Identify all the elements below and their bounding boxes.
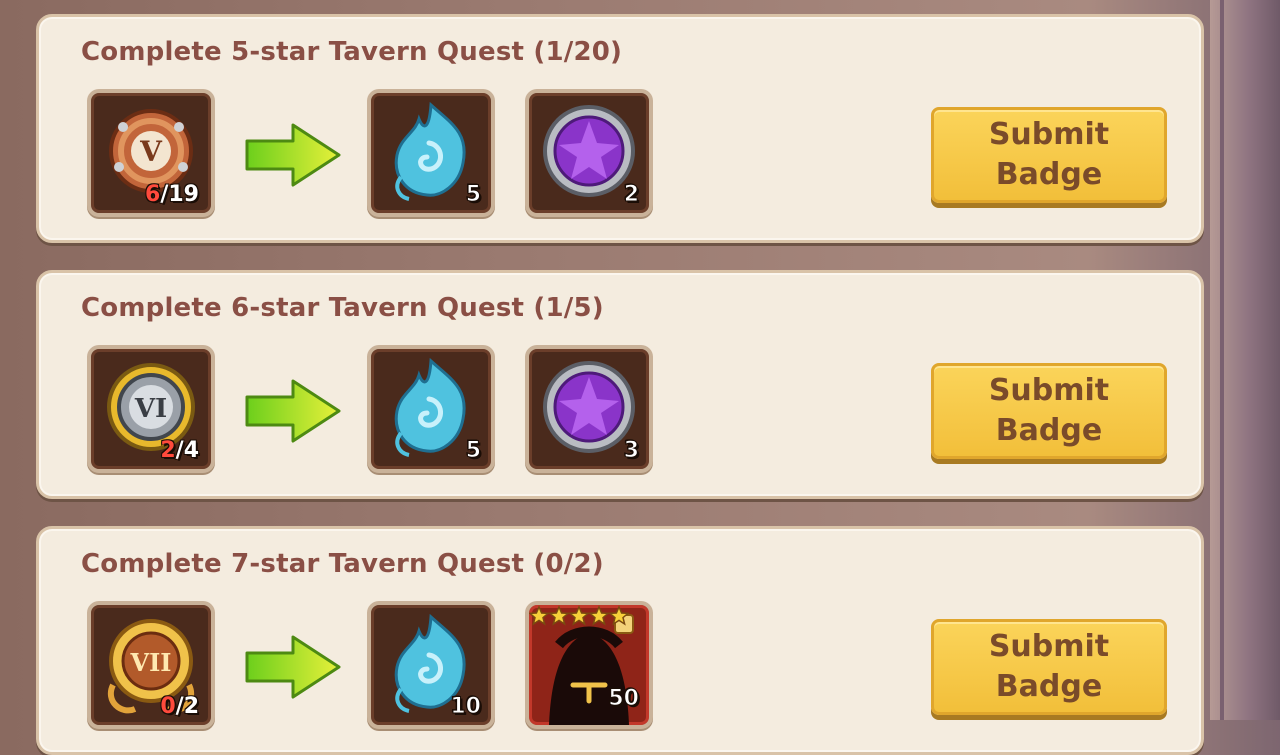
badge-count: 0/2 (160, 694, 199, 719)
quest-title: Complete 7-star Tavern Quest (0/2) (81, 549, 604, 579)
reward-slot[interactable]: 3 (525, 345, 653, 473)
five-star-rating-icon (529, 605, 630, 626)
arrow-right-icon (245, 635, 341, 699)
arrow-right-icon (245, 123, 341, 187)
reward-count: 10 (450, 694, 482, 720)
quest-card: Complete 7-star Tavern Quest (0/2) VII 0… (36, 526, 1204, 755)
reward-slot[interactable]: 2 (525, 89, 653, 217)
quest-title: Complete 6-star Tavern Quest (1/5) (81, 293, 604, 323)
panel-edge (1210, 0, 1280, 720)
quest-card: Complete 6-star Tavern Quest (1/5) VI 2/… (36, 270, 1204, 499)
reward-count: 5 (465, 182, 481, 208)
badge-slot[interactable]: VII 0/2 (87, 601, 215, 729)
quest-card: Complete 5-star Tavern Quest (1/20) V 6/… (36, 14, 1204, 243)
badge-count: 6/19 (145, 182, 199, 207)
reward-slot[interactable]: 5 (367, 89, 495, 217)
reward-slot[interactable]: 5 (367, 345, 495, 473)
badge-count: 2/4 (160, 438, 199, 463)
reward-count: 50 (608, 686, 640, 712)
quest-title: Complete 5-star Tavern Quest (1/20) (81, 37, 623, 67)
submit-badge-button[interactable]: Submit Badge (931, 107, 1167, 203)
reward-slot[interactable]: 50 (525, 601, 653, 729)
reward-count: 2 (623, 182, 639, 208)
submit-badge-button[interactable]: Submit Badge (931, 363, 1167, 459)
reward-slot[interactable]: 10 (367, 601, 495, 729)
reward-count: 5 (465, 438, 481, 464)
svg-text:V: V (139, 135, 163, 168)
svg-text:VII: VII (129, 648, 171, 677)
reward-count: 3 (623, 438, 639, 464)
arrow-right-icon (245, 379, 341, 443)
svg-text:VI: VI (134, 394, 167, 424)
badge-slot[interactable]: VI 2/4 (87, 345, 215, 473)
submit-badge-button[interactable]: Submit Badge (931, 619, 1167, 715)
badge-slot[interactable]: V 6/19 (87, 89, 215, 217)
